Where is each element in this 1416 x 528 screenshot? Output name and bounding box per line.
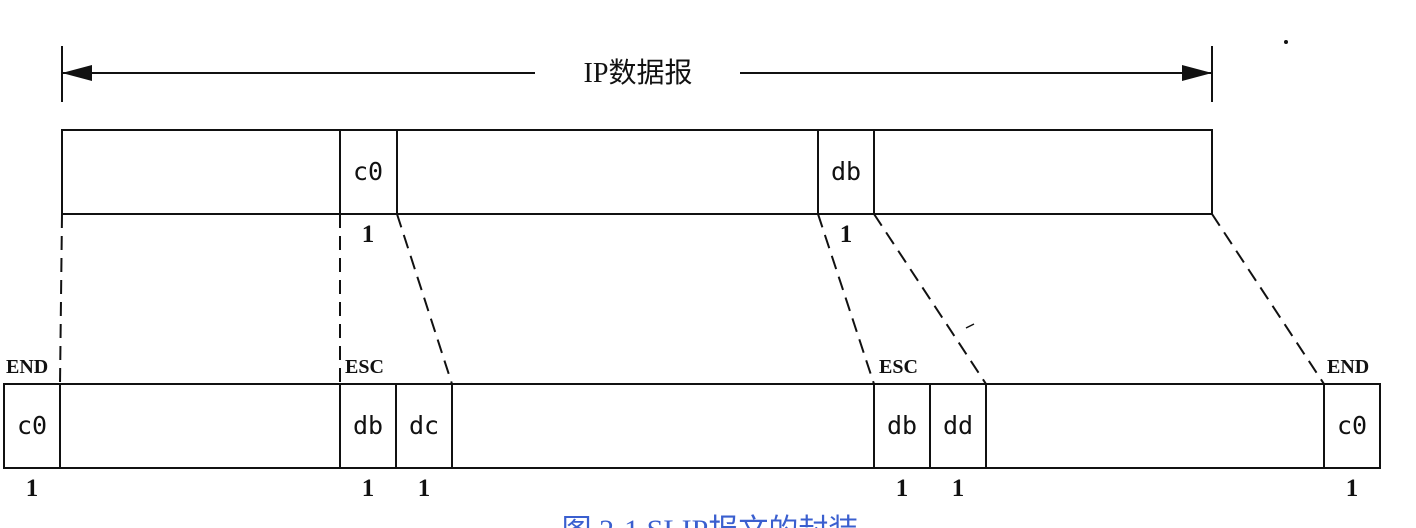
bottom-cell-dc: dc — [409, 411, 439, 440]
stray-mark — [965, 323, 975, 329]
span-left-arrowhead — [62, 65, 92, 81]
bottom-markers: END ESC ESC END — [6, 356, 1369, 378]
bottom-row — [3, 383, 1381, 469]
mapping-lines — [59, 213, 1325, 385]
bottom-size-labels: 1 1 1 1 1 1 — [26, 475, 1359, 502]
bottom-size-6: 1 — [952, 475, 965, 502]
slip-encapsulation-diagram: IP数据报 c0 db 1 1 END ESC ESC END c0 db dc… — [0, 0, 1416, 528]
stray-dot — [1284, 40, 1288, 44]
marker-esc-2: ESC — [879, 356, 918, 378]
map-line-start — [59, 213, 63, 385]
map-line-c0-right — [396, 213, 453, 385]
bottom-size-8: 1 — [1346, 475, 1359, 502]
bottom-row-frame — [3, 383, 1381, 469]
bottom-cell-end-c0: c0 — [17, 411, 47, 440]
bottom-cell-labels: c0 db dc db dd c0 — [17, 411, 1367, 440]
bottom-size-0: 1 — [26, 475, 39, 502]
top-row-labels: c0 db 1 1 — [353, 157, 861, 248]
top-size-db: 1 — [840, 221, 853, 248]
bottom-cell-esc-db-2: db — [887, 411, 917, 440]
top-cell-c0: c0 — [353, 157, 383, 186]
top-row — [61, 129, 1213, 215]
span-right-arrowhead — [1182, 65, 1212, 81]
bottom-cell-dd: dd — [943, 411, 973, 440]
bottom-size-3: 1 — [418, 475, 431, 502]
diagram-canvas: IP数据报 c0 db 1 1 END ESC ESC END c0 db dc… — [3, 40, 1381, 528]
top-size-c0: 1 — [362, 221, 375, 248]
map-line-end — [1211, 213, 1325, 385]
bottom-cell-end-c0-right: c0 — [1337, 411, 1367, 440]
marker-esc-1: ESC — [345, 356, 384, 378]
top-cell-db: db — [831, 157, 861, 186]
top-row-frame — [61, 129, 1213, 215]
bottom-size-5: 1 — [896, 475, 909, 502]
figure-caption: 图 2-1 SLIP报文的封装 — [562, 514, 859, 528]
marker-end-left: END — [6, 356, 48, 378]
bottom-size-2: 1 — [362, 475, 375, 502]
marker-end-right: END — [1327, 356, 1369, 378]
diagram-title: IP数据报 — [584, 57, 693, 89]
bottom-cell-esc-db-1: db — [353, 411, 383, 440]
